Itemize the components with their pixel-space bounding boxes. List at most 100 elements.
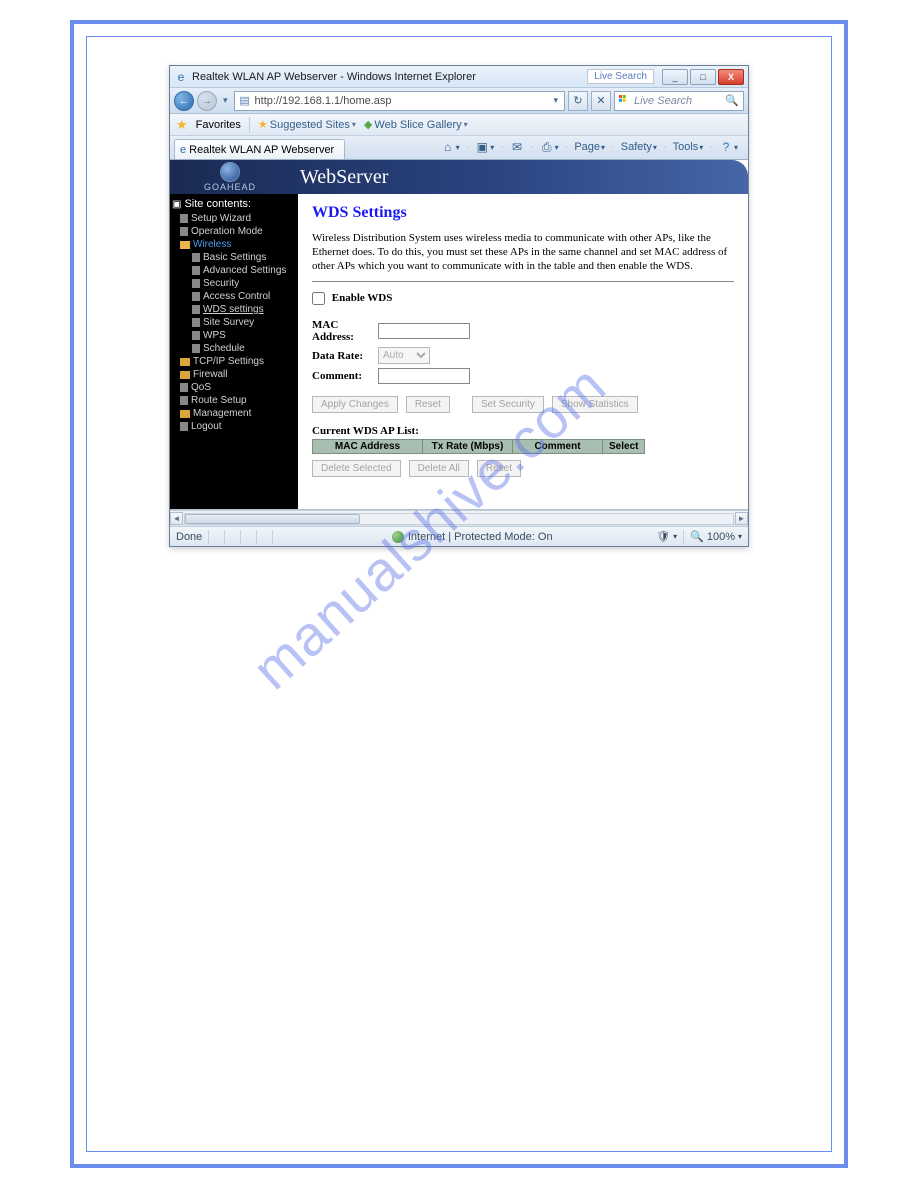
minimize-button[interactable]: _ <box>662 69 688 85</box>
sidebar-item-label: Wireless <box>193 239 231 250</box>
zoom-level[interactable]: 100% <box>707 531 735 543</box>
sidebar-item-label: Firewall <box>193 369 227 380</box>
sidebar-item-label: WPS <box>203 330 226 341</box>
sidebar-tree: Setup WizardOperation Mode Wireless Basic … <box>170 212 298 433</box>
mail-button[interactable]: ✉ <box>508 140 526 154</box>
refresh-button[interactable]: ↻ <box>568 91 588 111</box>
search-icon[interactable]: 🔍 <box>725 94 739 107</box>
scroll-right-arrow[interactable]: ► <box>735 512 748 525</box>
sidebar-item-label: Access Control <box>203 291 270 302</box>
back-button[interactable]: ← <box>174 91 194 111</box>
tab-active[interactable]: e Realtek WLAN AP Webserver <box>174 139 345 159</box>
comment-input[interactable] <box>378 368 470 384</box>
page-icon <box>192 266 200 275</box>
forward-button[interactable]: → <box>197 91 217 111</box>
page-icon <box>180 214 188 223</box>
url-dropdown[interactable]: ▾ <box>550 95 561 106</box>
folder-icon <box>180 241 190 249</box>
nav-history-dropdown[interactable]: ▾ <box>220 95 231 106</box>
tab-favicon: e <box>180 144 186 156</box>
sidebar-item-logout[interactable]: Logout <box>170 420 298 433</box>
stop-button[interactable]: ✕ <box>591 91 611 111</box>
page-icon <box>192 331 200 340</box>
home-icon: ⌂ <box>441 140 455 154</box>
th-rate: Tx Rate (Mbps) <box>423 440 513 454</box>
favorites-star-icon[interactable]: ★ <box>176 117 188 133</box>
favorites-label[interactable]: Favorites <box>196 119 241 131</box>
sidebar-item-operation-mode[interactable]: Operation Mode <box>170 225 298 238</box>
mac-address-input[interactable] <box>378 323 470 339</box>
page-icon <box>180 396 188 405</box>
apply-changes-button[interactable]: Apply Changes <box>312 396 398 413</box>
sidebar-item-access-control[interactable]: Access Control <box>170 290 298 303</box>
search-box[interactable]: Live Search 🔍 <box>614 91 744 111</box>
sidebar-item-wireless[interactable]: Wireless <box>170 238 298 251</box>
sidebar-item-label: Operation Mode <box>191 226 263 237</box>
enable-wds-checkbox[interactable] <box>312 292 325 305</box>
sidebar-item-label: Route Setup <box>191 395 247 406</box>
delete-selected-button[interactable]: Delete Selected <box>312 460 401 477</box>
sidebar-item-tcp-ip-settings[interactable]: TCP/IP Settings <box>170 355 298 368</box>
scroll-left-arrow[interactable]: ◄ <box>170 512 183 525</box>
suggested-sites-label: Suggested Sites <box>270 119 350 131</box>
address-bar[interactable]: ▤ ▾ <box>234 91 565 111</box>
scroll-track[interactable] <box>184 513 734 525</box>
search-provider-icon <box>619 95 631 107</box>
page-menu[interactable]: Page▾ <box>572 141 607 153</box>
feeds-button[interactable]: ▣▾ <box>473 140 496 154</box>
goahead-logo: GOAHEAD <box>170 160 290 194</box>
sidebar-item-basic-settings[interactable]: Basic Settings <box>170 251 298 264</box>
scroll-thumb[interactable] <box>185 514 360 524</box>
wds-ap-table: MAC Address Tx Rate (Mbps) Comment Selec… <box>312 439 645 454</box>
data-rate-select[interactable]: Auto <box>378 347 430 364</box>
browser-window: e Realtek WLAN AP Webserver - Windows In… <box>169 65 749 547</box>
status-zone: Internet | Protected Mode: On <box>408 531 553 543</box>
sidebar-item-management[interactable]: Management <box>170 407 298 420</box>
sidebar-item-advanced-settings[interactable]: Advanced Settings <box>170 264 298 277</box>
tab-bar: e Realtek WLAN AP Webserver ⌂▾ · ▣▾ · ✉ … <box>170 136 748 160</box>
zoom-dropdown[interactable]: ▾ <box>738 532 742 541</box>
sidebar-item-label: Basic Settings <box>203 252 266 263</box>
sidebar-item-site-survey[interactable]: Site Survey <box>170 316 298 329</box>
sidebar-item-security[interactable]: Security <box>170 277 298 290</box>
tab-label: Realtek WLAN AP Webserver <box>189 144 334 156</box>
url-input[interactable] <box>255 95 551 107</box>
live-search-badge: Live Search <box>587 69 654 84</box>
home-button[interactable]: ⌂▾ <box>439 140 462 154</box>
separator <box>249 117 250 133</box>
sidebar-root-label: Site contents: <box>184 198 251 210</box>
sidebar-root[interactable]: ▣ Site contents: <box>170 196 298 212</box>
horizontal-scrollbar[interactable]: ◄ ► <box>170 510 748 526</box>
delete-all-button[interactable]: Delete All <box>409 460 469 477</box>
print-button[interactable]: ⎙▾ <box>538 140 561 154</box>
show-statistics-button[interactable]: Show Statistics <box>552 396 638 413</box>
protected-mode-icon[interactable]: 🛡 <box>656 530 670 543</box>
sidebar-item-route-setup[interactable]: Route Setup <box>170 394 298 407</box>
sidebar-item-schedule[interactable]: Schedule <box>170 342 298 355</box>
reset-button[interactable]: Reset <box>406 396 450 413</box>
sidebar-item-firewall[interactable]: Firewall <box>170 368 298 381</box>
tools-menu[interactable]: Tools▾ <box>671 141 706 153</box>
banner-title: WebServer <box>300 166 388 189</box>
reset-list-button[interactable]: Reset <box>477 460 521 477</box>
set-security-button[interactable]: Set Security <box>472 396 544 413</box>
sidebar-item-wds-settings[interactable]: WDS settings <box>170 303 298 316</box>
sidebar-item-label: Advanced Settings <box>203 265 286 276</box>
zoom-icon[interactable]: 🔍 <box>690 530 704 543</box>
web-slice-link[interactable]: ◆ Web Slice Gallery ▾ <box>364 118 468 131</box>
enable-wds-row: Enable WDS <box>312 292 734 305</box>
folder-icon <box>180 358 190 366</box>
suggested-sites-link[interactable]: ★ Suggested Sites ▾ <box>258 118 356 131</box>
sidebar-item-setup-wizard[interactable]: Setup Wizard <box>170 212 298 225</box>
sidebar-item-qos[interactable]: QoS <box>170 381 298 394</box>
sidebar-item-wps[interactable]: WPS <box>170 329 298 342</box>
sidebar-item-label: WDS settings <box>203 304 264 315</box>
brand-text: GOAHEAD <box>204 182 256 192</box>
sidebar-item-label: QoS <box>191 382 211 393</box>
help-button[interactable]: ?▾ <box>717 140 740 154</box>
mail-icon: ✉ <box>510 140 524 154</box>
maximize-button[interactable]: □ <box>690 69 716 85</box>
safety-menu[interactable]: Safety▾ <box>619 141 659 153</box>
page-banner: GOAHEAD WebServer <box>170 160 748 194</box>
close-button[interactable]: X <box>718 69 744 85</box>
